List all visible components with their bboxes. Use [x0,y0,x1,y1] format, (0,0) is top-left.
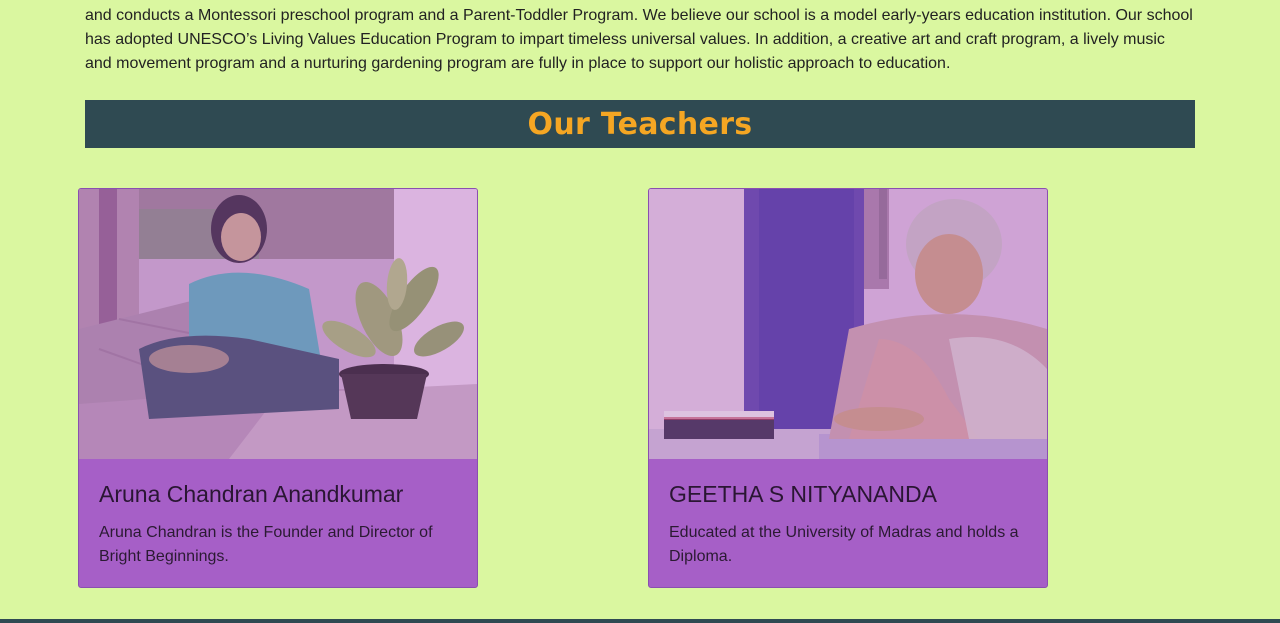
teacher-card: Aruna Chandran Anandkumar Aruna Chandran… [78,188,478,588]
teacher-description: Aruna Chandran is the Founder and Direct… [99,524,433,565]
teachers-section-banner: Our Teachers [85,100,1195,148]
teacher-photo [79,189,477,459]
teacher-name: GEETHA S NITYANANDA [669,481,937,507]
teacher-description: Educated at the University of Madras and… [669,524,1019,565]
teacher-card: GEETHA S NITYANANDA Educated at the Univ… [648,188,1048,588]
teacher-photo [649,189,1047,459]
section-title: Our Teachers [527,106,753,142]
intro-paragraph: and conducts a Montessori preschool prog… [85,7,1193,72]
footer-divider [0,619,1280,623]
teacher-name: Aruna Chandran Anandkumar [99,481,404,507]
